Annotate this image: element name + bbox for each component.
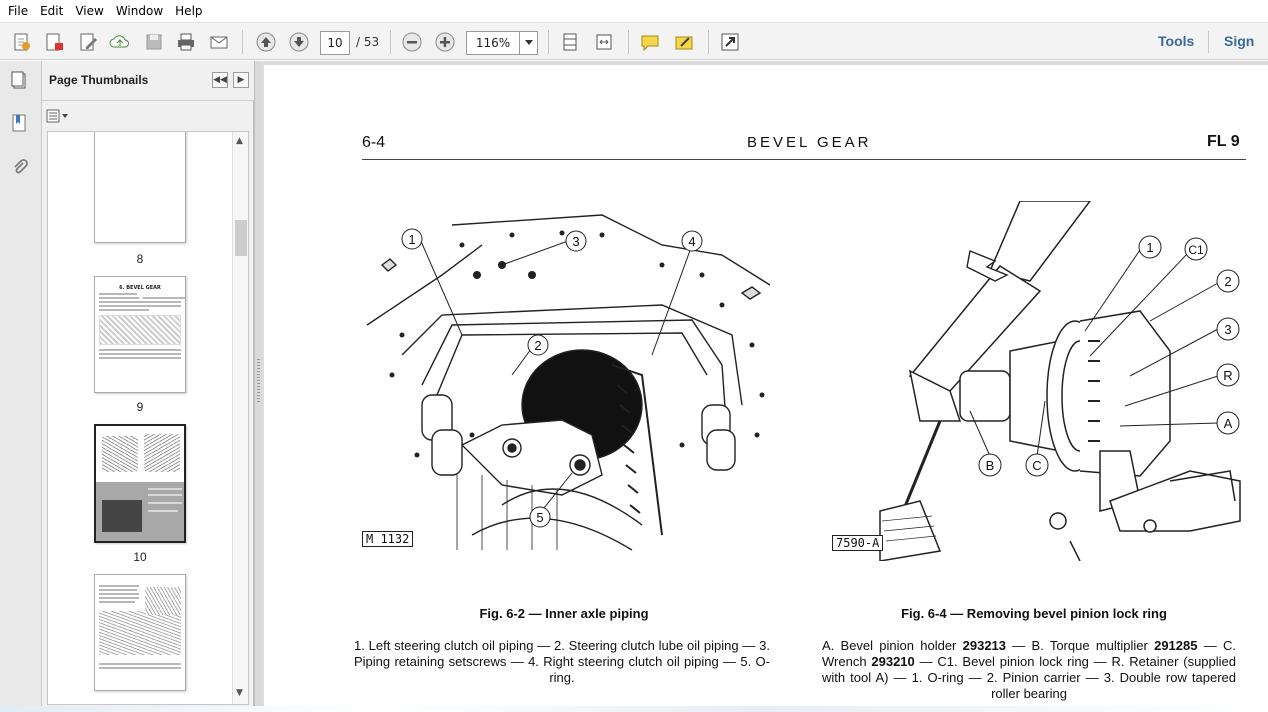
page-number-input[interactable]: 10 — [320, 31, 350, 55]
zoom-select[interactable]: 116% — [466, 31, 538, 55]
next-page-icon[interactable] — [285, 28, 313, 56]
page-total: / 53 — [356, 35, 380, 49]
page-header-number: 6-4 — [362, 134, 386, 151]
thumbnail-page-10[interactable] — [94, 424, 186, 543]
caption-left: Fig. 6-2 — Inner axle piping — [479, 606, 649, 621]
callout-3: 3 — [1224, 322, 1231, 337]
callout-2: 2 — [534, 338, 541, 353]
chevron-down-icon[interactable] — [519, 32, 537, 54]
save-icon[interactable] — [140, 28, 168, 56]
zoom-out-icon[interactable] — [398, 28, 426, 56]
figure-tag-left: M 1132 — [362, 531, 414, 547]
print-icon[interactable] — [172, 28, 200, 56]
thumbnail-options-button[interactable] — [46, 107, 72, 125]
callout-1: 1 — [408, 232, 415, 247]
fit-width-icon[interactable] — [590, 28, 618, 56]
comment-icon[interactable] — [636, 28, 664, 56]
figure-inner-axle-piping: 1 2 3 4 5 — [366, 214, 771, 551]
edit-pdf-icon[interactable] — [74, 28, 102, 56]
callout-c: C — [1032, 458, 1041, 473]
scroll-down-icon[interactable]: ▼ — [236, 688, 243, 698]
zoom-in-icon[interactable] — [431, 28, 459, 56]
taskbar-edge — [0, 706, 1268, 712]
legend-right: A. Bevel pinion holder 293213 — B. Torqu… — [822, 638, 1236, 702]
thumbnails-header: Page Thumbnails ◀◀ ▶ — [42, 61, 254, 101]
pdf-page: 6-4 BEVEL GEAR FL 9 1 2 3 4 5 M 1132 Fig… — [264, 65, 1268, 712]
toolbar: 10 / 53 116% Tools Sign — [0, 22, 1268, 60]
thumbnail-list[interactable]: 8 6. BEVEL GEAR 9 10 ▲ ▼ — [47, 131, 249, 705]
header-rule — [362, 159, 1246, 160]
legend-b-number: 291285 — [1154, 638, 1198, 653]
create-pdf-icon[interactable] — [8, 28, 36, 56]
page-header-title: BEVEL GEAR — [747, 134, 872, 151]
email-icon[interactable] — [205, 28, 233, 56]
tools-button[interactable]: Tools — [1158, 33, 1194, 49]
zoom-value: 116% — [475, 36, 511, 50]
collapse-panel-icon[interactable]: ◀◀ — [212, 72, 228, 88]
callout-3: 3 — [572, 234, 579, 249]
bookmarks-icon[interactable] — [8, 111, 32, 135]
callout-1: 1 — [1146, 240, 1153, 255]
upload-cloud-icon[interactable] — [106, 28, 134, 56]
full-screen-icon[interactable] — [716, 28, 744, 56]
legend-a: A. Bevel pinion holder — [822, 638, 963, 653]
menu-view[interactable]: View — [71, 0, 107, 22]
thumbnails-panel: Page Thumbnails ◀◀ ▶ 8 6. BEVEL GEAR 9 1… — [42, 61, 254, 712]
thumbnail-page-9[interactable]: 6. BEVEL GEAR — [94, 276, 186, 393]
highlight-icon[interactable] — [670, 28, 698, 56]
sign-button[interactable]: Sign — [1224, 33, 1254, 49]
panel-splitter[interactable] — [254, 61, 262, 712]
menu-window[interactable]: Window — [112, 0, 167, 22]
document-view[interactable]: 6-4 BEVEL GEAR FL 9 1 2 3 4 5 M 1132 Fig… — [262, 61, 1268, 712]
thumbnail-page-11[interactable] — [94, 574, 186, 691]
callout-5: 5 — [536, 510, 543, 525]
callout-c1: C1 — [1188, 243, 1204, 257]
previous-page-icon[interactable] — [252, 28, 280, 56]
menu-edit[interactable]: Edit — [36, 0, 67, 22]
legend-b: — B. Torque multiplier — [1006, 638, 1155, 653]
figure-bevel-pinion: 1 C1 2 3 R A B C — [879, 201, 1241, 561]
panel-title: Page Thumbnails — [49, 73, 149, 87]
callout-4: 4 — [688, 234, 695, 249]
callout-b: B — [986, 458, 995, 473]
callout-r: R — [1223, 368, 1232, 383]
expand-panel-icon[interactable]: ▶ — [233, 72, 249, 88]
menu-bar: File Edit View Window Help — [0, 0, 1268, 22]
thumbnail-label: 10 — [133, 550, 147, 564]
navigation-strip — [0, 61, 42, 712]
menu-help[interactable]: Help — [171, 0, 206, 22]
thumbnail-page-8[interactable] — [94, 132, 186, 243]
legend-c-number: 293210 — [871, 654, 915, 669]
attachments-icon[interactable] — [8, 155, 32, 179]
callout-a: A — [1224, 416, 1233, 431]
thumbnail-heading: 6. BEVEL GEAR — [119, 285, 161, 291]
thumbnail-label: 9 — [136, 400, 144, 414]
scrollbar-thumb[interactable] — [235, 220, 247, 256]
callout-2: 2 — [1224, 274, 1231, 289]
figure-tag-right: 7590-A — [832, 535, 884, 551]
menu-file[interactable]: File — [4, 0, 32, 22]
legend-a-number: 293213 — [962, 638, 1007, 653]
page-header-model: FL 9 — [1207, 133, 1240, 150]
scroll-up-icon[interactable]: ▲ — [236, 136, 243, 146]
legend-left: 1. Left steering clutch oil piping — 2. … — [354, 638, 770, 685]
fit-page-icon[interactable] — [556, 28, 584, 56]
page-thumbnails-icon[interactable] — [8, 69, 32, 93]
caption-right: Fig. 6-4 — Removing bevel pinion lock ri… — [901, 606, 1167, 621]
thumbnail-label: 8 — [136, 252, 144, 266]
thumbnail-scrollbar[interactable]: ▲ ▼ — [232, 132, 248, 704]
export-pdf-icon[interactable] — [40, 28, 68, 56]
